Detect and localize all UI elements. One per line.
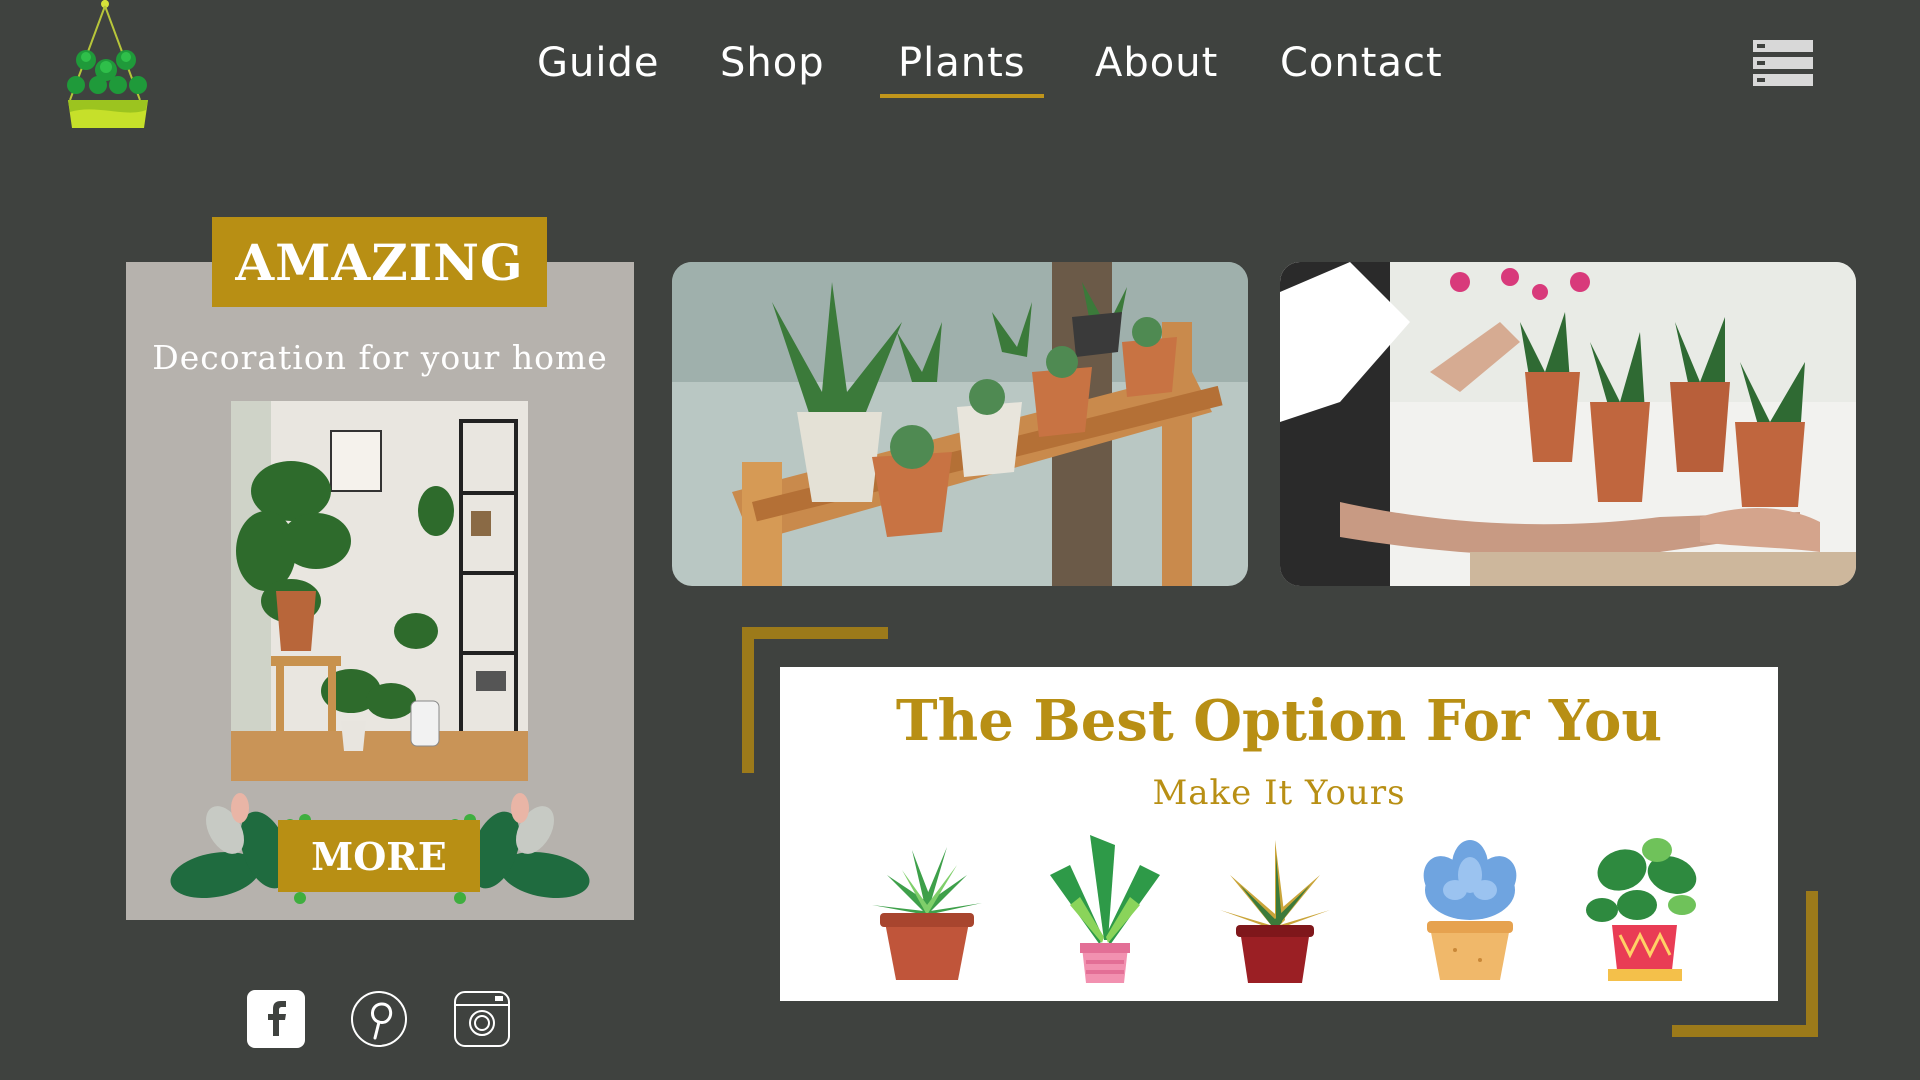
fern-pot-icon[interactable] xyxy=(862,835,992,985)
best-option-title: The Best Option For You xyxy=(895,688,1663,754)
more-button[interactable]: MORE xyxy=(278,820,480,892)
menu-list-icon[interactable] xyxy=(1753,40,1813,88)
snake-plant-icon[interactable] xyxy=(1210,835,1340,985)
nav-contact[interactable]: Contact xyxy=(1280,36,1443,90)
pinterest-icon[interactable] xyxy=(350,990,408,1048)
monstera-pot-icon[interactable] xyxy=(1582,835,1712,985)
promo-badge: AMAZING xyxy=(212,217,547,307)
hands-potting-photo xyxy=(1280,262,1856,586)
best-option-subtitle: Make It Yours xyxy=(1152,773,1406,813)
instagram-icon[interactable] xyxy=(453,990,511,1048)
nav-guide[interactable]: Guide xyxy=(537,36,659,90)
promo-subtitle: Decoration for your home xyxy=(152,338,608,377)
nav-plants[interactable]: Plants xyxy=(880,36,1044,98)
succulent-icon[interactable] xyxy=(1405,835,1535,985)
nav-shop[interactable]: Shop xyxy=(720,36,825,90)
banana-plant-icon[interactable] xyxy=(1040,835,1170,985)
plants-shelf-photo xyxy=(672,262,1248,586)
nav-about[interactable]: About xyxy=(1095,36,1218,90)
facebook-icon[interactable] xyxy=(247,990,305,1048)
room-plants-photo xyxy=(231,401,528,781)
main-nav: Guide Shop Plants About Contact xyxy=(0,36,1920,98)
